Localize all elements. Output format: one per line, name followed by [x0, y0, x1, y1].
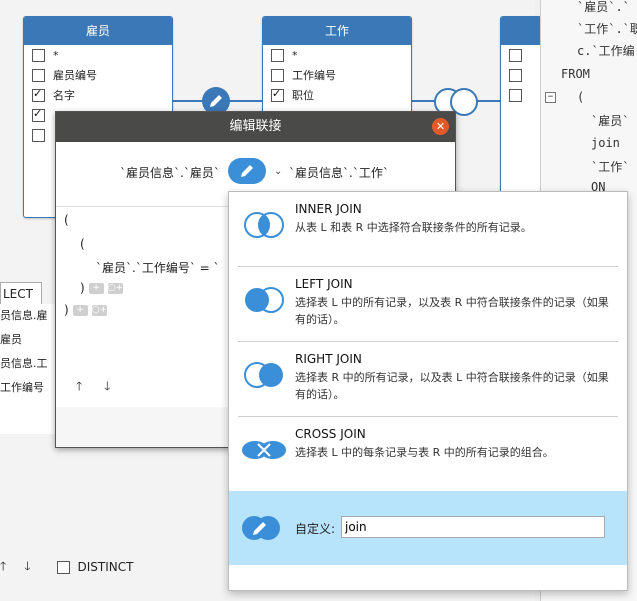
list-item[interactable]: 员信息.雇	[0, 304, 60, 328]
tab-select[interactable]: LECT	[0, 282, 42, 304]
table-employee-title: 雇员	[24, 17, 172, 45]
code-line: (	[577, 90, 585, 104]
paren: (	[64, 213, 69, 227]
checkbox[interactable]	[271, 68, 284, 82]
move-buttons: 🡑 🡓	[76, 377, 110, 398]
join-option-cross[interactable]: CROSS JOIN 选择表 L 中的每条记录与表 R 中的所有记录的组合。	[238, 417, 618, 492]
distinct-label: DISTINCT	[77, 560, 134, 574]
join-option-custom[interactable]: 自定义:	[229, 491, 627, 565]
arrow-up-icon[interactable]: 🡑	[76, 379, 82, 393]
field-label: 工作编号	[292, 69, 336, 82]
field-label: *	[292, 48, 298, 62]
code-line: `雇员`	[591, 114, 630, 128]
field-row[interactable]: 工作编号	[263, 65, 411, 85]
join-option-desc: 选择表 L 中的每条记录与表 R 中的所有记录的组合。	[295, 446, 554, 459]
field-label: 雇员编号	[53, 69, 97, 82]
select-field-list: 员信息.雇 雇员 员信息.工 工作编号	[0, 304, 60, 434]
checkbox[interactable]	[32, 87, 45, 102]
pencil-icon	[210, 95, 222, 107]
join-option-name: INNER JOIN	[295, 202, 362, 216]
field-row[interactable]: 名字	[24, 85, 172, 105]
table-job-title: 工作	[263, 17, 411, 45]
fold-toggle-icon[interactable]: −	[545, 92, 556, 103]
checkbox[interactable]	[509, 88, 522, 102]
checkbox[interactable]	[32, 107, 45, 122]
list-item[interactable]: 员信息.工	[0, 352, 60, 376]
paren: (	[80, 237, 85, 251]
code-line: `工作`.`职	[577, 22, 637, 36]
join-option-right[interactable]: RIGHT JOIN 选择表 R 中的所有记录，以及表 L 中符合联接条件的记录…	[238, 342, 618, 417]
checkbox[interactable]	[509, 48, 522, 62]
dialog-title: 编辑联接	[229, 119, 282, 134]
join-option-inner[interactable]: INNER JOIN 从表 L 和表 R 中选择符合联接条件的所有记录。	[238, 192, 618, 267]
add-condition-button-2[interactable]: +	[72, 305, 88, 316]
join-option-left[interactable]: LEFT JOIN 选择表 L 中的所有记录，以及表 R 中符合联接条件的记录（…	[238, 267, 618, 342]
checkbox[interactable]	[32, 48, 45, 62]
code-line: c.`工作编	[577, 44, 635, 58]
left-join-icon	[245, 287, 284, 313]
field-label: *	[53, 48, 59, 62]
field-row[interactable]: 雇员编号	[24, 65, 172, 85]
code-line: `雇员`.`	[577, 0, 630, 14]
code-line: join	[591, 136, 620, 150]
field-label: 职位	[292, 89, 314, 102]
custom-join-input[interactable]	[341, 516, 605, 538]
close-icon[interactable]: ✕	[432, 118, 449, 135]
pencil-icon	[241, 165, 253, 177]
code-line: `工作`	[591, 160, 630, 174]
custom-join-label: 自定义:	[295, 522, 336, 536]
bottom-toolbar: 🡑 🡓 DISTINCT	[0, 552, 230, 582]
list-item[interactable]: 雇员	[0, 328, 60, 352]
join-condition-text[interactable]: `雇员`.`工作编号` = `	[96, 259, 220, 276]
paren: )	[64, 303, 69, 317]
field-row[interactable]: *	[24, 45, 172, 65]
join-option-desc: 从表 L 和表 R 中选择符合联接条件的所有记录。	[295, 221, 532, 234]
join-option-desc: 选择表 R 中的所有记录，以及表 L 中符合联接条件的记录（如果有的话）。	[295, 371, 609, 401]
inner-join-icon	[244, 212, 284, 238]
join-option-desc: 选择表 L 中的所有记录，以及表 R 中符合联接条件的记录（如果有的话）。	[295, 296, 609, 326]
checkbox[interactable]	[32, 68, 45, 82]
dialog-title-bar: 编辑联接 ✕	[56, 112, 455, 142]
join-type-button[interactable]	[228, 158, 266, 184]
right-table-label: `雇员信息`.`工作`	[289, 166, 389, 180]
checkbox[interactable]	[271, 87, 284, 102]
custom-join-pencil-icon	[242, 516, 280, 540]
join-type-dropdown: INNER JOIN 从表 L 和表 R 中选择符合联接条件的所有记录。 LEF…	[228, 191, 628, 591]
arrow-down-icon[interactable]: 🡓	[104, 379, 110, 393]
checkbox[interactable]	[509, 68, 522, 82]
table-third[interactable]	[500, 16, 542, 218]
add-condition-button[interactable]: +	[88, 283, 104, 294]
checkbox[interactable]	[32, 128, 45, 142]
left-table-label: `雇员信息`.`雇员`	[120, 166, 220, 180]
chevron-down-icon[interactable]: ⌄	[274, 166, 282, 177]
arrow-down-icon[interactable]: 🡓	[24, 557, 30, 578]
field-row[interactable]: *	[263, 45, 411, 65]
add-group-button-2[interactable]: ○+	[91, 305, 107, 316]
cross-join-icon	[242, 441, 286, 459]
right-join-icon	[244, 362, 283, 388]
code-line: FROM	[561, 67, 590, 81]
paren: )	[80, 281, 85, 295]
distinct-checkbox[interactable]	[56, 560, 70, 574]
arrow-up-icon[interactable]: 🡑	[0, 557, 6, 578]
checkbox[interactable]	[271, 48, 284, 62]
join-option-name: RIGHT JOIN	[295, 352, 362, 366]
join-option-name: CROSS JOIN	[295, 427, 366, 441]
field-row[interactable]: 职位	[263, 85, 411, 105]
list-item[interactable]: 工作编号	[0, 376, 60, 400]
join-option-name: LEFT JOIN	[295, 277, 353, 291]
add-group-button[interactable]: ○+	[107, 283, 123, 294]
field-label: 名字	[53, 89, 75, 102]
